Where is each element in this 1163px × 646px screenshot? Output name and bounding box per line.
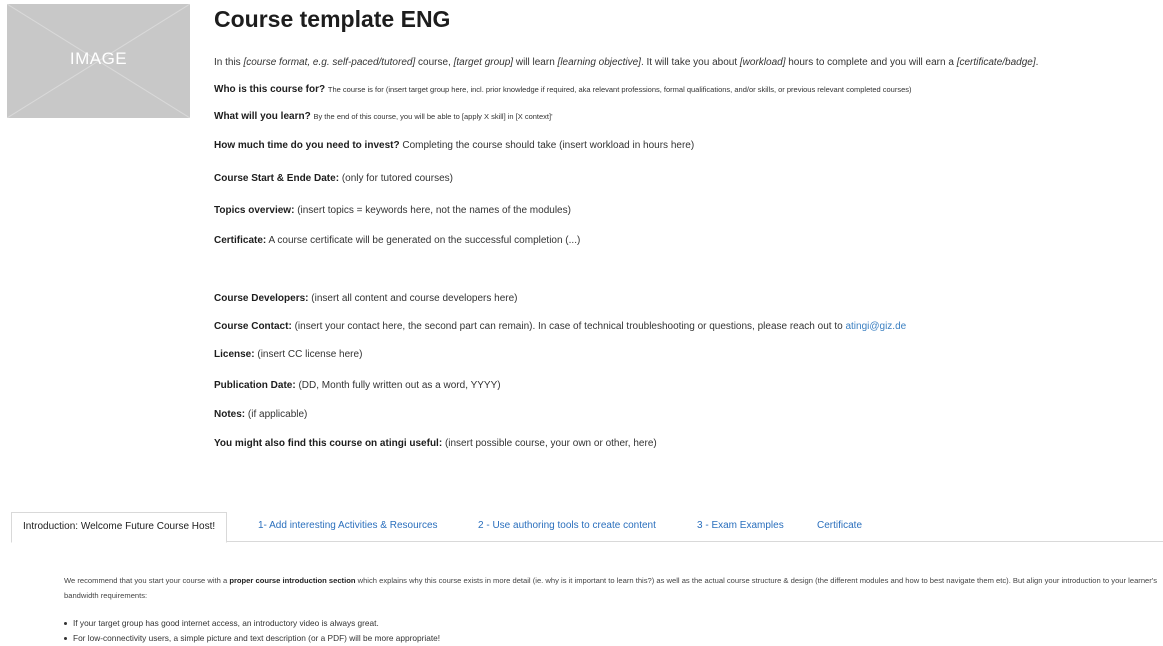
field-start-end-date: Course Start & Ende Date: (only for tuto… <box>214 173 453 184</box>
field-value: (only for tutored courses) <box>341 173 453 184</box>
summary-text: . It will take you about <box>640 57 740 68</box>
summary-text: . <box>1035 57 1039 68</box>
field-label: Course Developers: <box>214 293 309 304</box>
summary-text: In this <box>214 57 244 68</box>
tab-activities-resources[interactable]: 1- Add interesting Activities & Resource… <box>258 512 438 540</box>
field-label: License: <box>214 349 255 360</box>
field-value: By the end of this course, you will be a… <box>313 112 553 121</box>
field-course-contact: Course Contact: (insert your contact her… <box>214 321 906 332</box>
field-value: (insert topics = keywords here, not the … <box>297 205 571 216</box>
field-value: (insert all content and course developer… <box>311 293 518 304</box>
field-value: A course certificate will be generated o… <box>268 235 581 246</box>
field-label: Publication Date: <box>214 380 296 391</box>
field-value: (if applicable) <box>247 409 308 420</box>
image-label: IMAGE <box>69 49 128 68</box>
field-value: The course is for (insert target group h… <box>327 85 912 94</box>
field-who-is-it-for: Who is this course for? The course is fo… <box>214 84 912 95</box>
field-license: License: (insert CC license here) <box>214 349 362 360</box>
list-item: If your target group has good internet a… <box>64 616 440 631</box>
field-topics-overview: Topics overview: (insert topics = keywor… <box>214 205 571 216</box>
tab-authoring-tools[interactable]: 2 - Use authoring tools to create conten… <box>478 512 656 540</box>
course-summary: In this [course format, e.g. self-paced/… <box>214 57 1038 68</box>
summary-objective: [learning objective] <box>557 57 641 68</box>
summary-format: [course format, e.g. self-paced/tutored] <box>243 57 416 68</box>
field-what-will-you-learn: What will you learn? By the end of this … <box>214 111 553 122</box>
summary-certificate: [certificate/badge] <box>956 57 1036 68</box>
contact-email-link[interactable]: atingi@giz.de <box>845 321 906 332</box>
field-publication-date: Publication Date: (DD, Month fully writt… <box>214 380 501 391</box>
field-certificate: Certificate: A course certificate will b… <box>214 235 580 246</box>
field-course-developers: Course Developers: (insert all content a… <box>214 293 518 304</box>
tab-exam-examples[interactable]: 3 - Exam Examples <box>697 512 784 540</box>
bandwidth-tips-list: If your target group has good internet a… <box>64 616 440 646</box>
field-label: Notes: <box>214 409 246 420</box>
field-label: You might also find this course on ating… <box>214 438 443 449</box>
field-label: How much time do you need to invest? <box>214 140 400 151</box>
course-image-placeholder: IMAGE <box>7 4 190 118</box>
field-notes: Notes: (if applicable) <box>214 409 307 420</box>
intro-bold-text: proper course introduction section <box>229 576 356 585</box>
page-title: Course template ENG <box>214 6 451 32</box>
field-label: Topics overview: <box>214 205 295 216</box>
tab-introduction[interactable]: Introduction: Welcome Future Course Host… <box>11 512 228 543</box>
field-label: What will you learn? <box>214 111 311 122</box>
tab-certificate[interactable]: Certificate <box>817 512 862 540</box>
field-value: (insert CC license here) <box>257 349 363 360</box>
intro-text: We recommend that you start your course … <box>64 576 230 585</box>
field-value: Completing the course should take (inser… <box>402 140 695 151</box>
field-time-investment: How much time do you need to invest? Com… <box>214 140 694 151</box>
summary-text: hours to complete and you will earn a <box>785 57 957 68</box>
field-label: Course Start & Ende Date: <box>214 173 340 184</box>
field-related-courses: You might also find this course on ating… <box>214 438 657 449</box>
field-label: Who is this course for? <box>214 84 326 95</box>
section-tabs: Introduction: Welcome Future Course Host… <box>11 512 1163 543</box>
field-value: (insert possible course, your own or oth… <box>444 438 657 449</box>
field-value: (insert your contact here, the second pa… <box>294 321 846 332</box>
list-item: For low-connectivity users, a simple pic… <box>64 631 440 646</box>
tab-intro-paragraph: We recommend that you start your course … <box>64 573 1159 603</box>
field-label: Course Contact: <box>214 321 292 332</box>
summary-text: course, <box>415 57 454 68</box>
field-label: Certificate: <box>214 235 267 246</box>
summary-group: [target group] <box>453 57 514 68</box>
summary-text: will learn <box>513 57 558 68</box>
summary-workload: [workload] <box>739 57 786 68</box>
field-value: (DD, Month fully written out as a word, … <box>298 380 501 391</box>
